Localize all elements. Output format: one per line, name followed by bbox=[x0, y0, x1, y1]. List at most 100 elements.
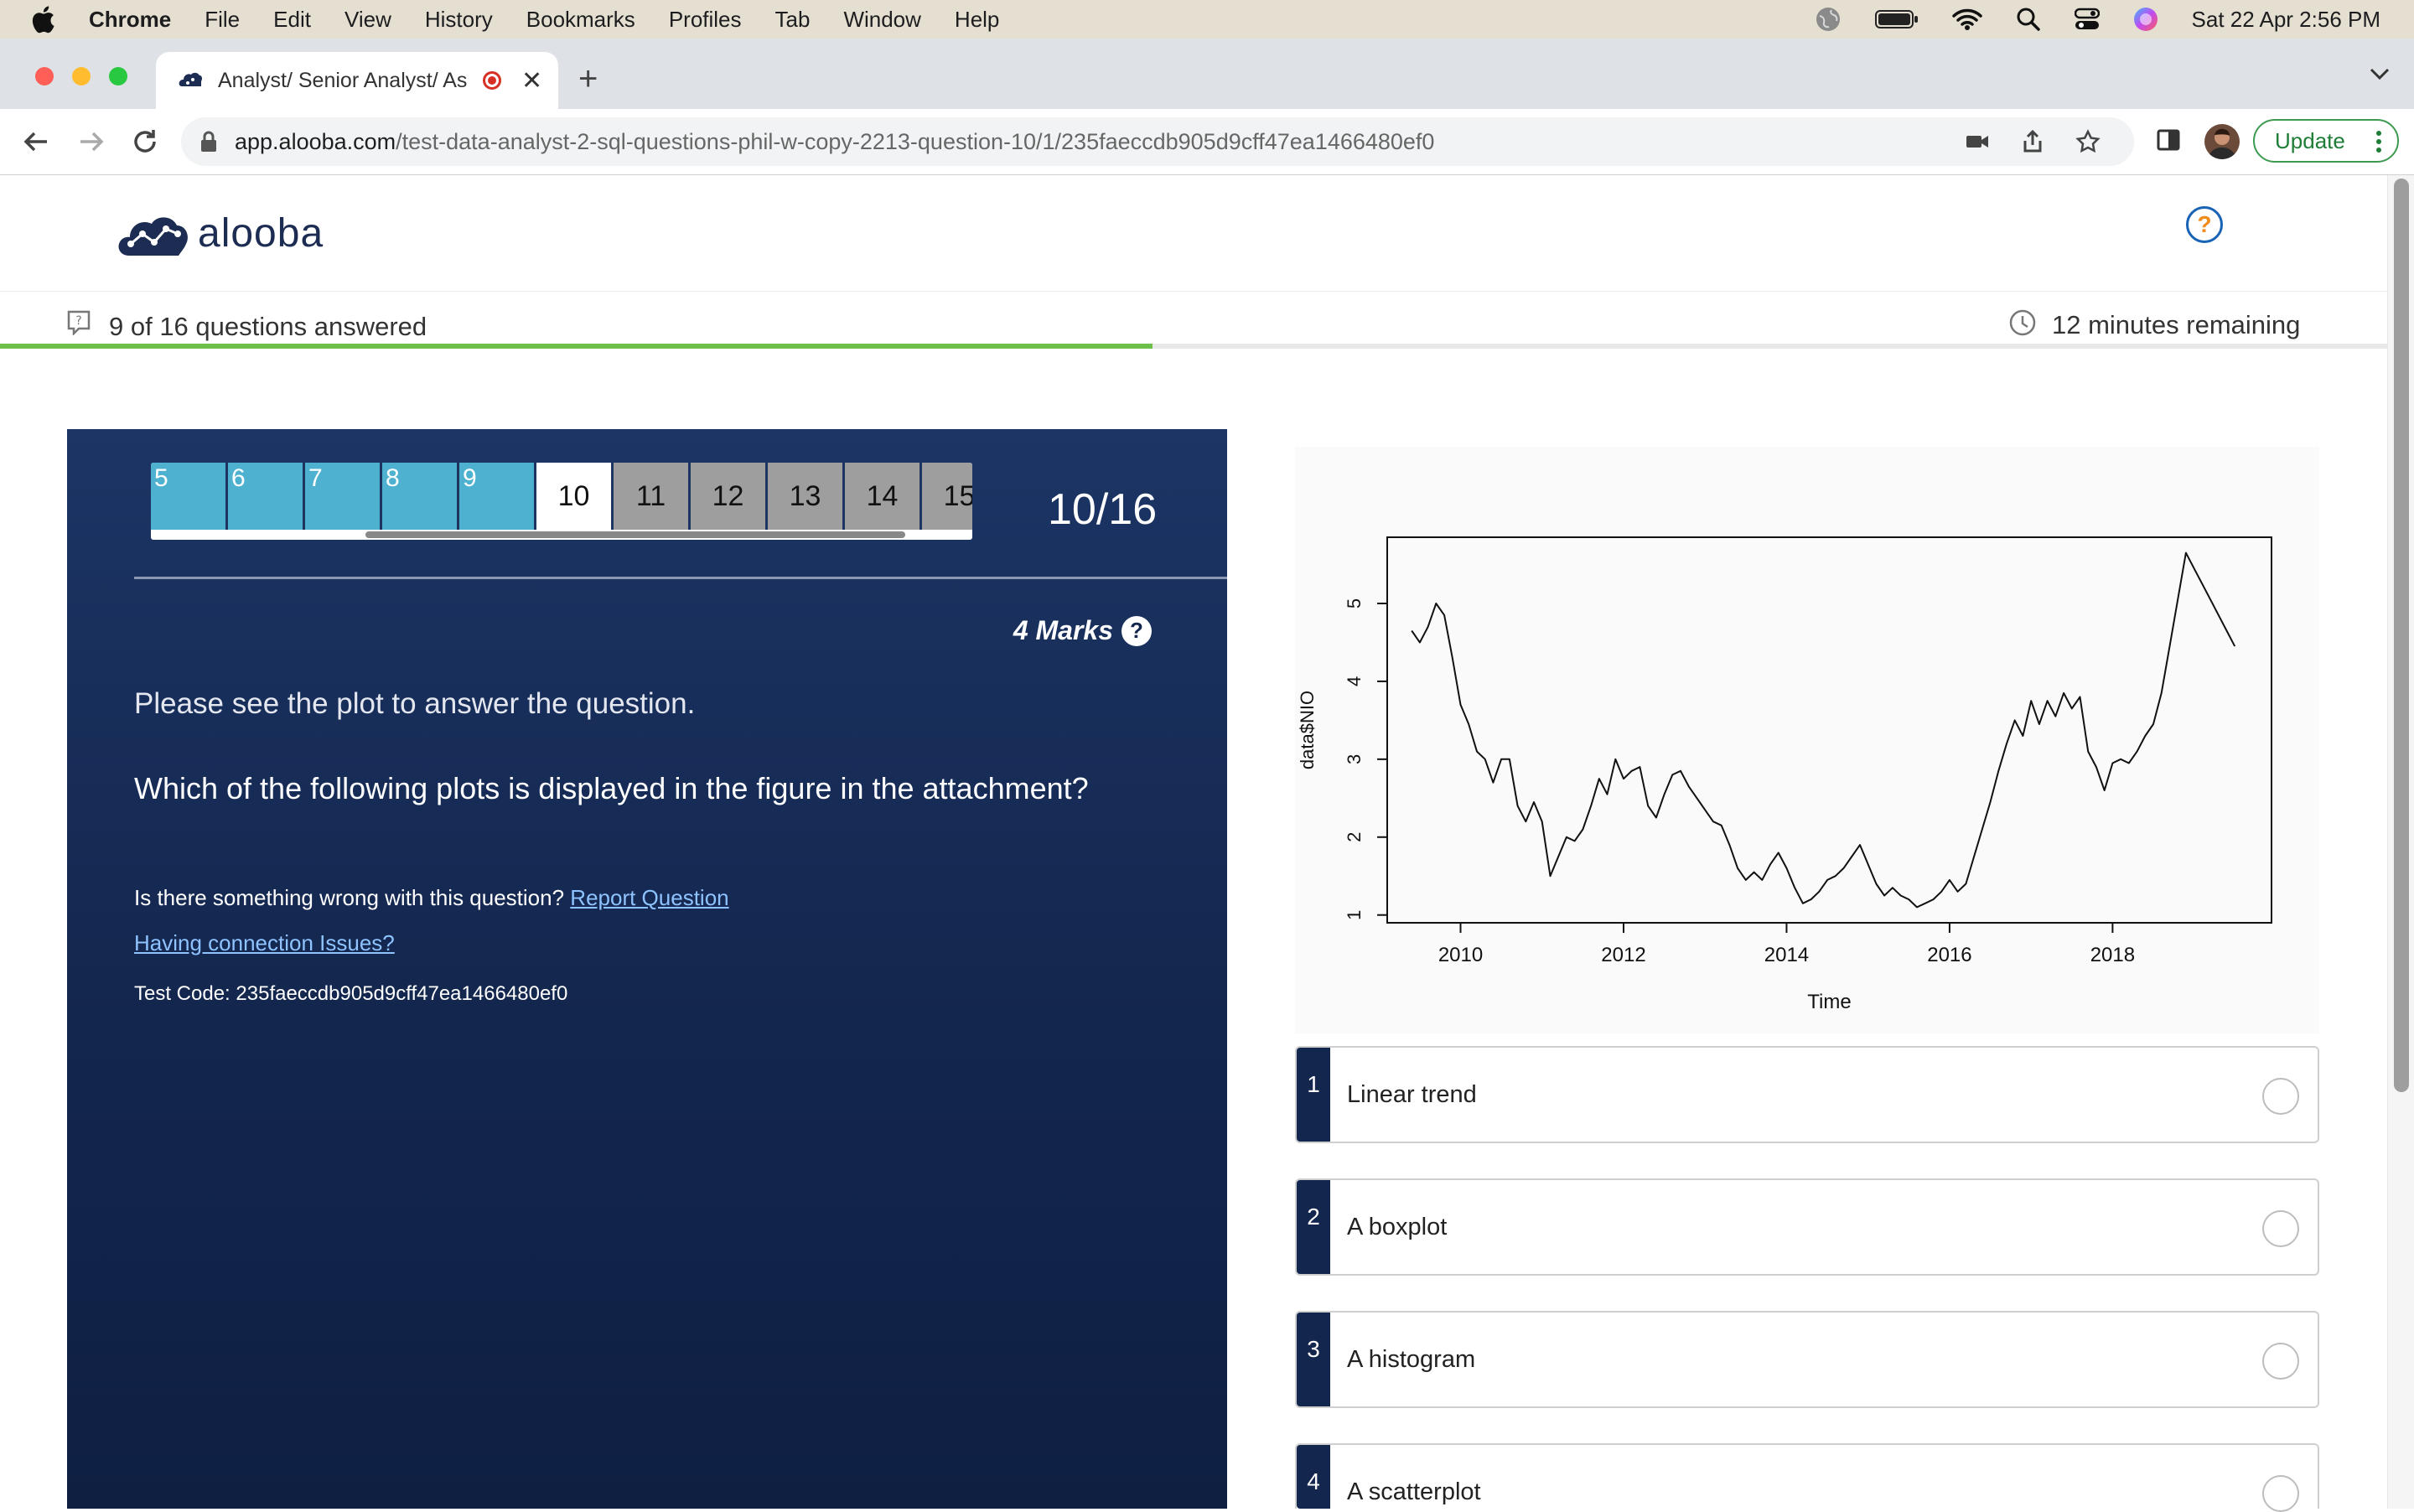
option-radio[interactable] bbox=[2262, 1078, 2299, 1115]
report-question-link[interactable]: Report Question bbox=[570, 885, 728, 910]
reload-icon[interactable] bbox=[131, 127, 159, 156]
kebab-menu-icon bbox=[2376, 131, 2381, 153]
window-close-button[interactable] bbox=[35, 67, 54, 85]
test-progress-row: ? 9 of 16 questions answered 12 minutes … bbox=[0, 292, 2387, 350]
wifi-icon[interactable] bbox=[1951, 8, 1982, 31]
control-center-icon[interactable] bbox=[2074, 8, 2100, 31]
x-axis-label: Time bbox=[1807, 991, 1851, 1013]
url-text[interactable]: app.alooba.com/test-data-analyst-2-sql-q… bbox=[235, 129, 1434, 155]
connection-issues-link[interactable]: Having connection Issues? bbox=[134, 930, 395, 955]
answer-option-2[interactable]: 2 A boxplot bbox=[1295, 1178, 2319, 1276]
siri-icon[interactable] bbox=[2133, 7, 2158, 32]
new-tab-button[interactable]: + bbox=[578, 60, 598, 98]
progress-bar bbox=[0, 344, 2387, 349]
question-nav-7[interactable]: 7 bbox=[305, 463, 382, 530]
window-zoom-button[interactable] bbox=[109, 67, 127, 85]
question-nav-13[interactable]: 13 bbox=[768, 463, 845, 530]
x-tick-label: 2016 bbox=[1927, 944, 1971, 966]
alooba-favicon-icon bbox=[179, 72, 203, 86]
y-tick-label: 1 bbox=[1344, 910, 1365, 920]
logo-wordmark: alooba bbox=[198, 210, 324, 256]
option-label: A scatterplot bbox=[1347, 1478, 1481, 1505]
clock-icon bbox=[2009, 309, 2036, 336]
answer-option-4[interactable]: 4 A scatterplot bbox=[1295, 1443, 2319, 1512]
menu-bookmarks[interactable]: Bookmarks bbox=[526, 7, 635, 33]
tab-close-icon[interactable]: ✕ bbox=[521, 66, 542, 96]
question-nav-label: 8 bbox=[386, 464, 400, 492]
apple-logo-icon[interactable] bbox=[30, 5, 55, 34]
marks-help-icon[interactable]: ? bbox=[1122, 615, 1152, 646]
x-tick-label: 2014 bbox=[1764, 944, 1809, 966]
menu-history[interactable]: History bbox=[425, 7, 493, 33]
question-text: Which of the following plots is displaye… bbox=[134, 771, 1089, 805]
answer-option-3[interactable]: 3 A histogram bbox=[1295, 1311, 2319, 1408]
question-nav-5[interactable]: 5 bbox=[151, 463, 228, 530]
help-icon[interactable]: ? bbox=[2186, 206, 2223, 243]
page-scrollbar[interactable] bbox=[2387, 175, 2414, 1509]
menu-window[interactable]: Window bbox=[843, 7, 920, 33]
question-nav-label: 9 bbox=[463, 464, 477, 492]
menu-profiles[interactable]: Profiles bbox=[669, 7, 742, 33]
globe-icon[interactable] bbox=[1815, 6, 1842, 33]
y-tick-label: 4 bbox=[1344, 676, 1365, 686]
question-nav-label: 6 bbox=[231, 464, 246, 492]
lock-icon[interactable] bbox=[199, 130, 218, 153]
series-line-1 bbox=[1411, 551, 2236, 909]
forward-arrow-icon[interactable] bbox=[77, 127, 106, 156]
question-nav-9[interactable]: 9 bbox=[459, 463, 536, 530]
progress-bar-fill bbox=[0, 344, 1153, 349]
option-radio[interactable] bbox=[2262, 1475, 2299, 1512]
question-nav-12[interactable]: 12 bbox=[691, 463, 768, 530]
profile-avatar-icon bbox=[2208, 128, 2236, 159]
option-radio[interactable] bbox=[2262, 1343, 2299, 1380]
share-icon[interactable] bbox=[2020, 129, 2045, 154]
option-label: A histogram bbox=[1347, 1346, 1476, 1373]
report-row: Is there something wrong with this quest… bbox=[134, 885, 729, 911]
menu-bar-clock[interactable]: Sat 22 Apr 2:56 PM bbox=[2192, 7, 2380, 33]
app-header: alooba ? bbox=[0, 175, 2387, 293]
question-navigator[interactable]: 5 6 7 8 9 10 11 12 13 14 15 bbox=[151, 463, 972, 540]
question-nav-label: 5 bbox=[154, 464, 168, 492]
window-minimize-button[interactable] bbox=[72, 67, 91, 85]
menu-file[interactable]: File bbox=[205, 7, 240, 33]
answer-option-1[interactable]: 1 Linear trend bbox=[1295, 1046, 2319, 1143]
address-bar[interactable]: app.alooba.com/test-data-analyst-2-sql-q… bbox=[181, 117, 2134, 166]
chrome-update-button[interactable]: Update bbox=[2253, 119, 2399, 163]
battery-icon[interactable] bbox=[1874, 9, 1919, 29]
menu-app-name[interactable]: Chrome bbox=[89, 7, 171, 33]
question-nav-11[interactable]: 11 bbox=[614, 463, 691, 530]
spotlight-search-icon[interactable] bbox=[2016, 7, 2041, 32]
omnibox-actions bbox=[1965, 129, 2101, 154]
question-nav-10-current[interactable]: 10 bbox=[536, 463, 614, 530]
test-code: Test Code: 235faeccdb905d9cff47ea1466480… bbox=[134, 982, 568, 1005]
menu-help[interactable]: Help bbox=[955, 7, 999, 33]
side-panel-icon[interactable] bbox=[2156, 127, 2181, 153]
question-nav-6[interactable]: 6 bbox=[228, 463, 305, 530]
camera-icon[interactable] bbox=[1965, 129, 1990, 154]
marks-indicator: 4 Marks ? bbox=[1013, 615, 1152, 646]
y-axis-label: data$NIO bbox=[1297, 691, 1318, 769]
profile-avatar[interactable] bbox=[2204, 124, 2240, 159]
x-tick-label: 2010 bbox=[1438, 944, 1483, 966]
question-nav-14[interactable]: 14 bbox=[845, 463, 922, 530]
menu-edit[interactable]: Edit bbox=[273, 7, 311, 33]
alooba-cloud-logo-icon bbox=[118, 217, 188, 256]
alooba-logo[interactable]: alooba bbox=[117, 205, 324, 261]
tab-title: Analyst/ Senior Analyst/ As bbox=[218, 68, 468, 92]
question-nav-8[interactable]: 8 bbox=[382, 463, 459, 530]
attachment-plot: 2010 2012 2014 2016 2018 1 2 3 4 5 Time data$NIO bbox=[1295, 447, 2319, 1033]
browser-toolbar: app.alooba.com/test-data-analyst-2-sql-q… bbox=[0, 109, 2414, 175]
question-count-icon: ? bbox=[67, 310, 91, 335]
menu-view[interactable]: View bbox=[344, 7, 391, 33]
option-number: 2 bbox=[1297, 1180, 1330, 1274]
browser-tab-active[interactable]: Analyst/ Senior Analyst/ As ✕ bbox=[156, 52, 558, 109]
recording-indicator-icon bbox=[483, 71, 501, 90]
tab-search-chevron-icon[interactable] bbox=[2369, 67, 2391, 80]
back-arrow-icon[interactable] bbox=[22, 127, 50, 156]
menu-tab[interactable]: Tab bbox=[775, 7, 811, 33]
bookmark-star-icon[interactable] bbox=[2075, 129, 2101, 154]
option-radio[interactable] bbox=[2262, 1210, 2299, 1247]
question-navigator-scrollbar[interactable] bbox=[365, 531, 905, 538]
question-nav-15[interactable]: 15 bbox=[922, 463, 972, 530]
page-scrollbar-thumb[interactable] bbox=[2394, 179, 2409, 1092]
